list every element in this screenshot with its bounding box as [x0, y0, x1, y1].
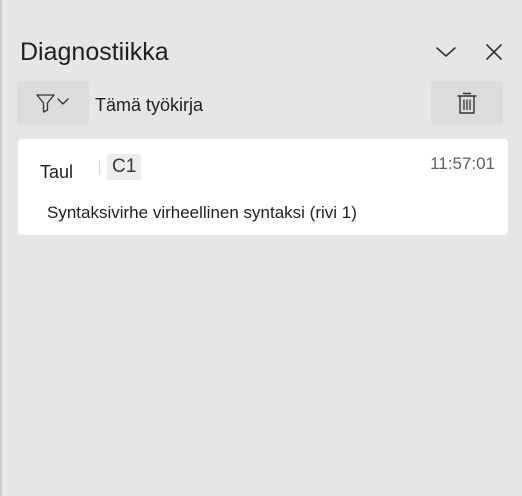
entry-sheet-name: Taul: [40, 162, 74, 182]
filter-icon: [36, 94, 69, 113]
panel-left-border: [0, 0, 2, 496]
chevron-down-icon: [436, 47, 456, 57]
collapse-panel-button[interactable]: [430, 36, 462, 68]
entry-message: Syntaksivirhe virheellinen syntaksi (riv…: [47, 203, 357, 222]
panel-title: Diagnostiikka: [20, 38, 169, 66]
close-panel-button[interactable]: [478, 36, 510, 68]
entry-timestamp: 11:57:01: [430, 154, 495, 173]
filter-button[interactable]: [17, 81, 89, 125]
diagnostic-entry-card[interactable]: Taul C1 11:57:01 Syntaksivirhe virheelli…: [18, 139, 508, 235]
filter-scope-label: Tämä työkirja: [95, 95, 204, 115]
trash-icon: [457, 92, 477, 114]
entry-cell-reference[interactable]: C1: [107, 154, 142, 180]
entry-divider: [99, 160, 100, 174]
close-icon: [486, 44, 502, 60]
clear-diagnostics-button[interactable]: [431, 81, 503, 125]
